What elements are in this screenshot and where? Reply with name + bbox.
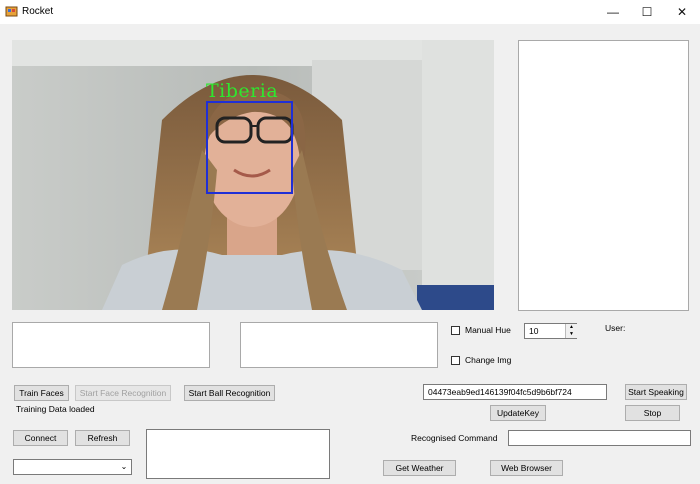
left-image-box — [12, 322, 210, 368]
middle-image-box — [240, 322, 438, 368]
hue-spinner[interactable]: ▲ ▼ — [565, 324, 577, 338]
spinner-down-icon[interactable]: ▼ — [566, 331, 577, 338]
connect-button[interactable]: Connect — [13, 430, 68, 446]
chevron-down-icon[interactable]: ⌄ — [119, 461, 129, 473]
recognised-command-label: Recognised Command — [411, 433, 498, 443]
stop-button[interactable]: Stop — [625, 405, 680, 421]
port-select[interactable] — [13, 459, 132, 475]
minimize-button[interactable]: — — [595, 0, 631, 24]
log-textbox[interactable] — [146, 429, 330, 479]
close-button[interactable]: ✕ — [664, 0, 700, 24]
api-key-field[interactable]: 04473eab9ed146139f04fc5d9b6bf724 — [423, 384, 607, 400]
maximize-button[interactable]: ☐ — [629, 0, 665, 24]
recognised-command-field[interactable] — [508, 430, 691, 446]
change-img-checkbox[interactable] — [451, 356, 460, 365]
start-speaking-button[interactable]: Start Speaking — [625, 384, 687, 400]
web-browser-button[interactable]: Web Browser — [490, 460, 563, 476]
update-key-button[interactable]: UpdateKey — [490, 405, 546, 421]
manual-hue-checkbox[interactable] — [451, 326, 460, 335]
manual-hue-label: Manual Hue — [465, 325, 511, 335]
face-bounding-box — [206, 101, 293, 194]
app-icon — [5, 5, 18, 18]
change-img-label: Change Img — [465, 355, 512, 365]
processed-image-panel — [518, 40, 689, 311]
train-faces-button[interactable]: Train Faces — [14, 385, 69, 401]
start-ball-recognition-button[interactable]: Start Ball Recognition — [184, 385, 275, 401]
get-weather-button[interactable]: Get Weather — [383, 460, 456, 476]
start-face-recognition-button[interactable]: Start Face Recognition — [75, 385, 171, 401]
refresh-button[interactable]: Refresh — [75, 430, 130, 446]
training-status-label: Training Data loaded — [16, 404, 95, 414]
user-label: User: — [605, 323, 626, 333]
window-title: Rocket — [22, 6, 54, 17]
recognized-name-label: Tiberia — [206, 80, 279, 102]
spinner-up-icon[interactable]: ▲ — [566, 324, 577, 331]
hue-value: 10 — [529, 326, 539, 336]
